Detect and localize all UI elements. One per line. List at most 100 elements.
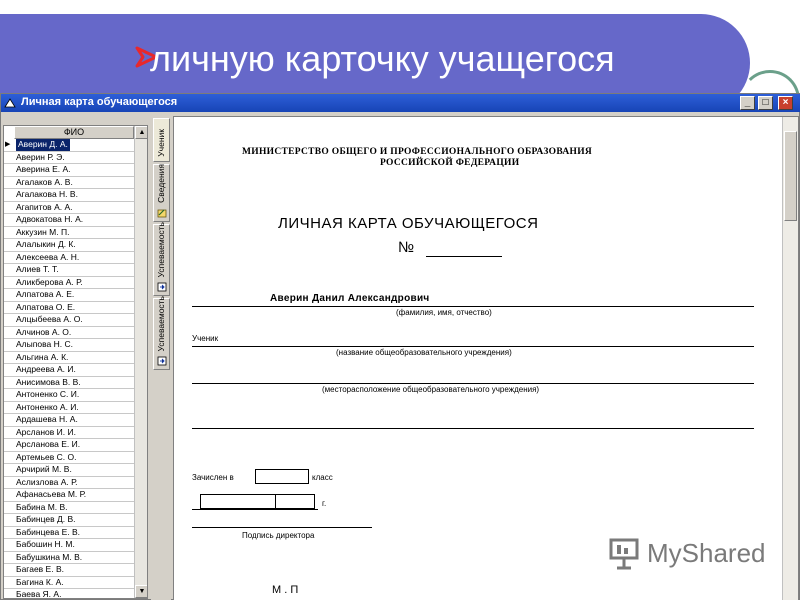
tab-progress-1-label: Успеваемость xyxy=(156,221,166,277)
row-pointer-icon: ▶ xyxy=(5,141,11,148)
student-row[interactable]: Алексеева А. Н. xyxy=(4,252,134,264)
student-row[interactable]: Аверина Е. А. xyxy=(4,164,134,177)
tab-student[interactable]: Ученик xyxy=(153,118,170,162)
student-name-cell: Аверина Е. А. xyxy=(16,164,71,174)
student-name-cell: Бабушкина М. В. xyxy=(16,551,83,562)
student-row[interactable]: Алпатова О. Е. xyxy=(4,302,134,314)
student-row[interactable]: Арсланова Е. И. xyxy=(4,439,134,452)
document-icon xyxy=(157,282,167,292)
student-name-cell: Альгина А. К. xyxy=(16,351,69,362)
student-row[interactable]: Аликберова А. Р. xyxy=(4,276,134,289)
student-row[interactable]: ▶ Аверин Д. А. xyxy=(4,139,134,152)
minimize-button[interactable]: _ xyxy=(740,96,755,110)
document-scrollbar[interactable] xyxy=(782,117,798,600)
tab-info[interactable]: Сведения xyxy=(153,164,170,222)
name-caption: (фамилия, имя, отчество) xyxy=(396,308,492,317)
school-caption: (название общеобразовательного учреждени… xyxy=(336,348,512,357)
student-name-cell: Аслизлова А. Р. xyxy=(16,476,78,487)
personal-card-document: МИНИСТЕРСТВО ОБЩЕГО И ПРОФЕССИОНАЛЬНОГО … xyxy=(174,117,782,600)
student-row[interactable]: Алалыкин Д. К. xyxy=(4,239,134,252)
list-scrollbar[interactable]: ▲ ▼ xyxy=(134,126,147,598)
document-view[interactable]: МИНИСТЕРСТВО ОБЩЕГО И ПРОФЕССИОНАЛЬНОГО … xyxy=(173,116,799,600)
app-icon xyxy=(4,98,16,108)
student-row[interactable]: Аккузин М. П. xyxy=(4,226,134,239)
student-name-cell: Аверин Р. Э. xyxy=(16,151,65,162)
scroll-down-button[interactable]: ▼ xyxy=(135,585,147,598)
student-name-cell: Антоненко А. И. xyxy=(16,401,79,412)
window-title: Личная карта обучающегося xyxy=(21,96,178,108)
document-icon xyxy=(157,356,167,366)
card-title: ЛИЧНАЯ КАРТА ОБУЧАЮЩЕГОСЯ xyxy=(278,215,539,232)
student-row[interactable]: Алчинов А. О. xyxy=(4,326,134,339)
class-label: класс xyxy=(312,473,333,482)
app-window: Личная карта обучающегося _ □ × ФИО ▶ Аве… xyxy=(0,93,800,600)
student-name-cell: Анисимова В. В. xyxy=(16,376,81,387)
watermark: MyShared xyxy=(607,534,777,574)
student-row[interactable]: Арчирий М. В. xyxy=(4,464,134,477)
tab-progress-2[interactable]: Успеваемость xyxy=(153,296,170,370)
student-name-cell: Афанасьева М. Р. xyxy=(16,489,87,499)
student-row[interactable]: Анисимова В. В. xyxy=(4,376,134,389)
student-name-cell: Бабошин Н. М. xyxy=(16,539,75,549)
student-name-cell: Арсланов И. И. xyxy=(16,426,76,437)
blank-line xyxy=(192,428,754,429)
student-row[interactable]: Бабинцев Д. В. xyxy=(4,514,134,527)
year-suffix: г. xyxy=(322,499,327,508)
student-row[interactable]: Баева Я. А. xyxy=(4,589,134,598)
class-box xyxy=(255,469,309,484)
student-row[interactable]: Альгина А. К. xyxy=(4,351,134,364)
column-header-fio[interactable]: ФИО xyxy=(14,126,134,139)
maximize-button[interactable]: □ xyxy=(758,96,773,110)
student-rows: ▶ Аверин Д. А. Аверин Р. Э. Аверина Е. А. Аг… xyxy=(4,139,134,598)
student-row[interactable]: Аверин Р. Э. xyxy=(4,151,134,164)
student-list[interactable]: ФИО ▶ Аверин Д. А. Аверин Р. Э. Аверина Е. … xyxy=(3,125,148,599)
document-scroll-thumb[interactable] xyxy=(784,131,797,221)
student-name-cell: Багаев Е. В. xyxy=(16,564,64,574)
student-row[interactable]: Арсланов И. И. xyxy=(4,426,134,439)
student-row[interactable]: Артемьев С. О. xyxy=(4,452,134,464)
student-row[interactable]: Багина К. А. xyxy=(4,577,134,589)
student-name-cell: Алыпова Н. С. xyxy=(16,339,73,349)
student-row[interactable]: Багаев Е. В. xyxy=(4,564,134,577)
student-name-cell: Бабинцев Д. В. xyxy=(16,514,76,524)
watermark-text: MyShared xyxy=(647,538,766,568)
student-row[interactable]: Алпатова А. Е. xyxy=(4,289,134,302)
student-row[interactable]: Бабошин Н. М. xyxy=(4,539,134,552)
student-row[interactable]: Антоненко А. И. xyxy=(4,401,134,414)
window-titlebar[interactable]: Личная карта обучающегося _ □ × xyxy=(1,94,800,112)
slide: личную карточку учащегося Личная карта о… xyxy=(0,0,800,600)
pencil-icon xyxy=(157,209,167,218)
scroll-up-button[interactable]: ▲ xyxy=(135,126,147,139)
student-name-cell: Антоненко С. И. xyxy=(16,389,80,399)
student-row[interactable]: Алцыбеева А. О. xyxy=(4,314,134,327)
presentation-logo-icon xyxy=(609,538,639,570)
student-row[interactable]: Алыпова Н. С. xyxy=(4,339,134,352)
student-row[interactable]: Алиев Т. Т. xyxy=(4,264,134,277)
student-name-cell: Алалыкин Д. К. xyxy=(16,239,76,249)
student-row[interactable]: Аслизлова А. Р. xyxy=(4,476,134,489)
student-row[interactable]: Андреева А. И. xyxy=(4,364,134,377)
card-number-label: № xyxy=(398,239,415,256)
student-name-cell: Арчирий М. В. xyxy=(16,464,72,474)
location-caption: (месторасположение общеобразовательного … xyxy=(322,385,540,394)
student-row[interactable]: Бабинцева Е. В. xyxy=(4,526,134,539)
student-name-cell: Бабинцева Е. В. xyxy=(16,526,81,537)
student-row[interactable]: Адвокатова Н. А. xyxy=(4,214,134,227)
student-row[interactable]: Бабина М. В. xyxy=(4,501,134,514)
location-line xyxy=(192,383,754,384)
ministry-line-1: МИНИСТЕРСТВО ОБЩЕГО И ПРОФЕССИОНАЛЬНОГО … xyxy=(242,147,593,157)
student-row[interactable]: Агапитов А. А. xyxy=(4,202,134,214)
student-name-cell: Аликберова А. Р. xyxy=(16,276,83,287)
tab-progress-1[interactable]: Успеваемость xyxy=(153,221,170,296)
student-row[interactable]: Афанасьева М. Р. xyxy=(4,489,134,502)
student-name-cell: Аккузин М. П. xyxy=(16,226,70,237)
student-row[interactable]: Ардашева Н. А. xyxy=(4,414,134,427)
student-row[interactable]: Агалаков А. В. xyxy=(4,177,134,189)
student-row[interactable]: Антоненко С. И. xyxy=(4,389,134,402)
student-row[interactable]: Агалакова Н. В. xyxy=(4,189,134,202)
student-row[interactable]: Бабушкина М. В. xyxy=(4,551,134,564)
close-button[interactable]: × xyxy=(778,96,793,110)
student-name-cell: Бабина М. В. xyxy=(16,501,68,512)
student-name-cell: Алчинов А. О. xyxy=(16,326,72,337)
student-name-cell: Алиев Т. Т. xyxy=(16,264,59,274)
